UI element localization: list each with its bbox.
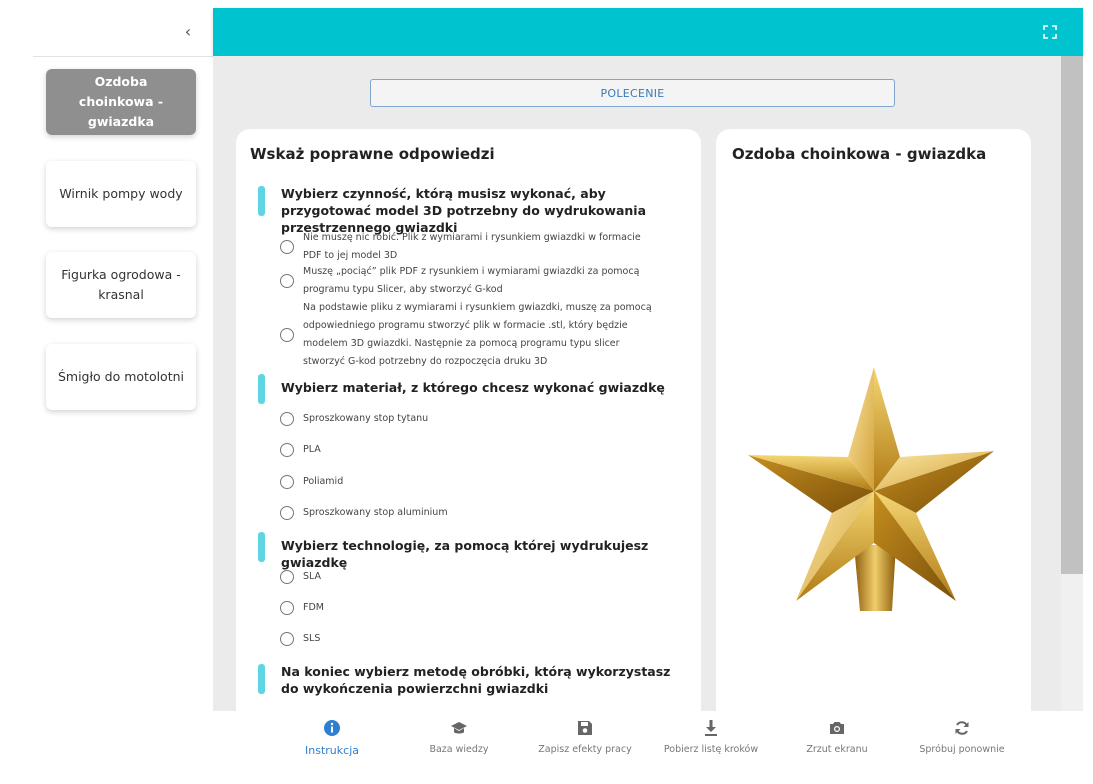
download-icon — [705, 720, 717, 736]
question-2: Wybierz materiał, z którego chcesz wykon… — [258, 373, 678, 404]
zrzut-ekranu-button[interactable]: Zrzut ekranu — [777, 719, 897, 755]
polecenie-button[interactable]: POLECENIE — [370, 79, 895, 107]
answer-text: Na podstawie pliku z wymiarami i rysunki… — [303, 302, 652, 367]
radio-button[interactable] — [280, 632, 294, 646]
info-icon — [324, 720, 340, 736]
quiz-title: Wskaż poprawne odpowiedzi — [250, 145, 495, 163]
radio-button[interactable] — [280, 443, 294, 457]
sidebar-item-figurka-ogrodowa[interactable]: Figurka ogrodowa - krasnal — [46, 252, 196, 318]
baza-wiedzy-button[interactable]: Baza wiedzy — [399, 719, 519, 755]
pobierz-liste-button[interactable]: Pobierz listę kroków — [651, 719, 771, 755]
answer-text: Sproszkowany stop tytanu — [303, 413, 429, 424]
button-label: Spróbuj ponownie — [919, 744, 1005, 755]
answer-text: PLA — [303, 444, 321, 455]
answer-text: Poliamid — [303, 476, 344, 487]
image-card-title: Ozdoba choinkowa - gwiazdka — [732, 145, 987, 163]
button-label: Zapisz efekty pracy — [538, 744, 632, 755]
radio-button[interactable] — [280, 240, 294, 254]
top-bar — [213, 8, 1083, 56]
sidebar-item-label: Ozdoba choinkowa - gwiazdka — [78, 74, 164, 129]
radio-button[interactable] — [280, 601, 294, 615]
sprobuj-ponownie-button[interactable]: Spróbuj ponownie — [902, 719, 1022, 755]
fullscreen-icon[interactable] — [1043, 25, 1057, 39]
answer-option[interactable]: SLA — [280, 568, 660, 586]
radio-button[interactable] — [280, 412, 294, 426]
answer-option[interactable]: Na podstawie pliku z wymiarami i rysunki… — [280, 299, 660, 371]
quiz-card: Wskaż poprawne odpowiedzi Wybierz czynno… — [236, 129, 701, 711]
button-label: Pobierz listę kroków — [663, 744, 759, 755]
sidebar: ‹ Ozdoba choinkowa - gwiazdka Wirnik pom… — [0, 0, 213, 784]
answer-option[interactable]: Nie muszę nic robić. Plik z wymiarami i … — [280, 229, 660, 265]
gold-star-ornament-icon — [748, 367, 994, 611]
question-text: Na koniec wybierz metodę obróbki, którą … — [281, 664, 671, 696]
refresh-icon — [955, 721, 969, 735]
answer-option[interactable]: Muszę „pociąć” plik PDF z rysunkiem i wy… — [280, 263, 660, 299]
radio-button[interactable] — [280, 274, 294, 288]
button-label: Instrukcja — [305, 744, 359, 757]
question-text: Wybierz technologię, za pomocą której wy… — [281, 538, 649, 570]
image-card: Ozdoba choinkowa - gwiazdka — [716, 129, 1031, 711]
answer-text: Muszę „pociąć” plik PDF z rysunkiem i wy… — [303, 266, 640, 295]
question-text: Wybierz materiał, z którego chcesz wykon… — [281, 380, 665, 395]
answer-text: FDM — [303, 602, 324, 613]
radio-button[interactable] — [280, 475, 294, 489]
button-label: Zrzut ekranu — [806, 744, 868, 755]
question-3: Wybierz technologię, za pomocą której wy… — [258, 531, 678, 571]
main-content: POLECENIE Wskaż poprawne odpowiedzi Wybi… — [213, 56, 1061, 711]
collapse-sidebar-chevron-left-icon[interactable]: ‹ — [178, 22, 198, 42]
scrollbar-thumb[interactable] — [1061, 56, 1083, 574]
answer-option[interactable]: Sproszkowany stop aluminium — [280, 504, 660, 522]
sidebar-item-label: Śmigło do motolotni — [57, 369, 185, 384]
radio-button[interactable] — [280, 570, 294, 584]
sidebar-divider — [33, 56, 213, 57]
answer-text: Sproszkowany stop aluminium — [303, 507, 448, 518]
sidebar-item-smiglo[interactable]: Śmigło do motolotni — [46, 344, 196, 410]
question-accent-bar — [258, 532, 265, 562]
answer-option[interactable]: SLS — [280, 630, 660, 648]
radio-button[interactable] — [280, 328, 294, 342]
question-accent-bar — [258, 664, 265, 694]
bottom-toolbar: Instrukcja Baza wiedzy Zapisz efekty pra… — [213, 711, 1083, 784]
answer-text: SLA — [303, 571, 322, 582]
answer-option[interactable]: FDM — [280, 599, 660, 617]
zapisz-efekty-button[interactable]: Zapisz efekty pracy — [525, 719, 645, 755]
sidebar-item-label: Figurka ogrodowa - krasnal — [61, 267, 181, 302]
camera-icon — [830, 722, 844, 734]
graduation-cap-icon — [451, 722, 467, 734]
question-accent-bar — [258, 374, 265, 404]
answer-option[interactable]: PLA — [280, 441, 660, 459]
sidebar-item-label: Wirnik pompy wody — [59, 186, 183, 201]
question-4: Na koniec wybierz metodę obróbki, którą … — [258, 663, 678, 697]
answer-text: SLS — [303, 633, 321, 644]
save-icon — [578, 721, 592, 735]
answer-option[interactable]: Sproszkowany stop tytanu — [280, 410, 660, 428]
button-label: Baza wiedzy — [429, 744, 489, 755]
radio-button[interactable] — [280, 506, 294, 520]
sidebar-item-wirnik-pompy[interactable]: Wirnik pompy wody — [46, 161, 196, 227]
question-accent-bar — [258, 186, 265, 216]
instrukcja-button[interactable]: Instrukcja — [272, 719, 392, 757]
answer-text: Nie muszę nic robić. Plik z wymiarami i … — [303, 232, 641, 261]
sidebar-item-ozdoba-choinkowa[interactable]: Ozdoba choinkowa - gwiazdka — [46, 69, 196, 135]
answer-option[interactable]: Poliamid — [280, 473, 660, 491]
